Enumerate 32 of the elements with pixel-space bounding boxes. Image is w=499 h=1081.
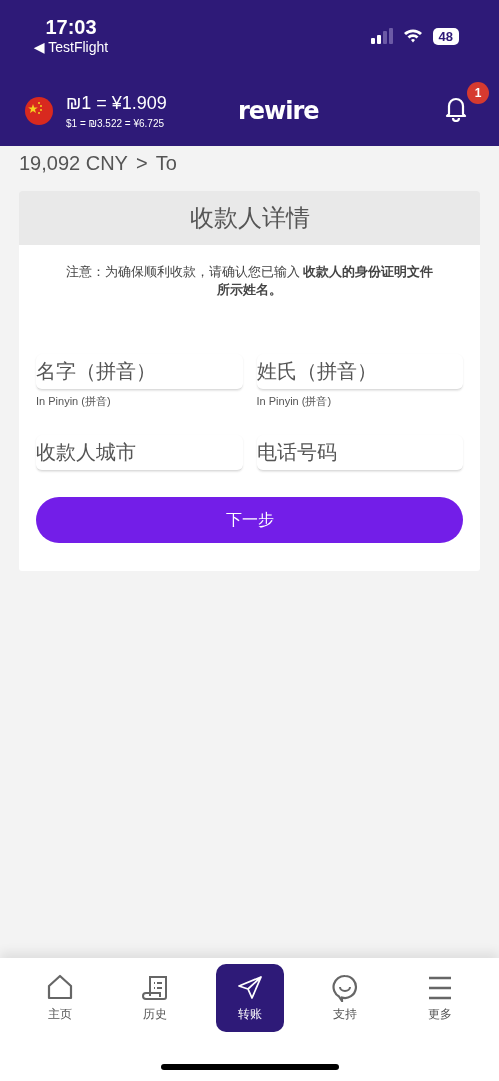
- bell-icon[interactable]: [445, 96, 467, 122]
- signal-icon: [370, 28, 393, 44]
- notification-badge: 1: [467, 82, 489, 104]
- breadcrumb-separator: >: [135, 152, 148, 175]
- form-title: 收款人详情: [19, 191, 480, 245]
- status-time: 17:03: [45, 16, 97, 39]
- flag-icon: [24, 96, 54, 126]
- breadcrumb-step: To: [155, 152, 177, 175]
- logo: rewire: [238, 97, 319, 125]
- wifi-icon: [402, 28, 423, 43]
- receipt-icon: [140, 973, 169, 1002]
- paper-plane-icon: [235, 973, 264, 1002]
- nav-tab[interactable]: 转账: [215, 964, 284, 1032]
- back-to-app-link[interactable]: ◀ TestFlight: [33, 39, 109, 55]
- input-field[interactable]: 名字（拼音）: [36, 354, 243, 390]
- input-field[interactable]: 收款人城市: [36, 435, 243, 471]
- amount-label: 19,092 CNY: [19, 152, 128, 175]
- chat-bubble-icon: [330, 973, 359, 1002]
- nav-tab[interactable]: 更多: [405, 964, 474, 1032]
- home-icon: [45, 973, 74, 1002]
- input-field[interactable]: 电话号码: [256, 435, 463, 471]
- next-button[interactable]: 下一步: [36, 497, 463, 543]
- nav-tab[interactable]: 支持: [310, 964, 379, 1032]
- helper-text: In Pinyin (拼音): [256, 394, 333, 409]
- battery-indicator: 48: [432, 28, 459, 45]
- notice-text: 注意：为确保顺利收款，请确认您已输入 收款人的身份证明文件所示姓名。: [64, 263, 435, 299]
- nav-tab[interactable]: 历史: [120, 964, 189, 1032]
- helper-text: In Pinyin (拼音): [36, 394, 112, 409]
- exchange-rate-detail: $1 = ₪3.522 = ¥6.725: [66, 118, 166, 129]
- input-field[interactable]: 姓氏（拼音）: [256, 354, 463, 390]
- nav-tab[interactable]: 主页: [25, 964, 94, 1032]
- exchange-rate: ₪1 = ¥1.909: [66, 93, 168, 114]
